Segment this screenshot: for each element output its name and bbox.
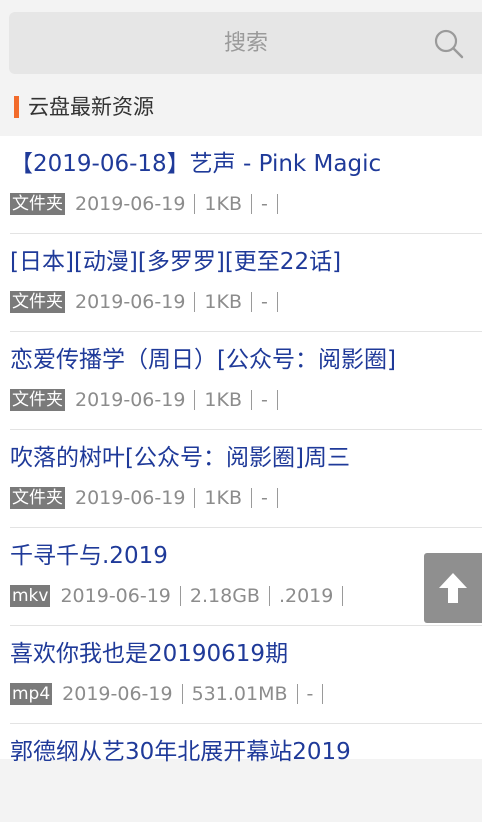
meta-separator [268, 586, 270, 606]
item-title-link[interactable]: 千寻千与.2019 [10, 540, 168, 572]
item-title-link[interactable]: 郭德纲从艺30年北展开幕站2019 [10, 736, 351, 768]
item-title-link[interactable]: 吹落的树叶[公众号：阅影圈]周三 [10, 442, 350, 474]
file-type-badge: 文件夹 [10, 389, 65, 411]
resource-list: 【2019-06-18】艺声 - Pink Magic 文件夹 2019-06-… [0, 136, 482, 765]
meta-separator [251, 488, 253, 508]
meta-separator [276, 194, 278, 214]
meta-separator [194, 292, 196, 312]
meta-separator [251, 292, 253, 312]
item-size: 1KB [204, 193, 243, 215]
search-input[interactable] [9, 12, 429, 74]
meta-separator [296, 684, 298, 704]
item-date: 2019-06-19 [60, 585, 171, 607]
item-title-link[interactable]: 喜欢你我也是20190619期 [10, 638, 288, 670]
file-type-badge: 文件夹 [10, 193, 65, 215]
item-extension: - [261, 291, 268, 313]
meta-separator [181, 684, 183, 704]
meta-separator [251, 194, 253, 214]
search-icon[interactable] [433, 28, 465, 60]
item-date: 2019-06-19 [75, 193, 186, 215]
item-meta: 文件夹 2019-06-19 1KB - [10, 486, 287, 510]
search-bar[interactable] [9, 12, 482, 74]
item-extension: - [261, 193, 268, 215]
meta-separator [276, 292, 278, 312]
back-to-top-button[interactable] [424, 553, 482, 623]
meta-separator [342, 586, 344, 606]
item-extension: - [306, 683, 314, 705]
item-title-link[interactable]: [日本][动漫][多罗罗][更至22话] [10, 246, 341, 278]
section-accent-bar [14, 96, 19, 118]
meta-separator [276, 390, 278, 410]
meta-separator [251, 390, 253, 410]
meta-separator [322, 684, 324, 704]
section-header: 云盘最新资源 [0, 84, 482, 136]
item-meta: 文件夹 2019-06-19 1KB - [10, 192, 287, 216]
item-size: 531.01MB [191, 683, 288, 705]
list-item[interactable]: [日本][动漫][多罗罗][更至22话] 文件夹 2019-06-19 1KB … [0, 234, 482, 332]
list-item[interactable]: 吹落的树叶[公众号：阅影圈]周三 文件夹 2019-06-19 1KB - [0, 430, 482, 528]
item-meta: mkv 2019-06-19 2.18GB .2019 [10, 584, 352, 608]
item-meta: 文件夹 2019-06-19 1KB - [10, 290, 287, 314]
item-size: 1KB [204, 291, 243, 313]
list-item[interactable]: 郭德纲从艺30年北展开幕站2019 [0, 724, 482, 822]
item-meta: 文件夹 2019-06-19 1KB - [10, 388, 287, 412]
list-item[interactable]: 喜欢你我也是20190619期 mp4 2019-06-19 531.01MB … [0, 626, 482, 724]
item-date: 2019-06-19 [75, 389, 186, 411]
item-extension: - [261, 389, 268, 411]
list-item[interactable]: 千寻千与.2019 mkv 2019-06-19 2.18GB .2019 [0, 528, 482, 626]
file-type-badge: 文件夹 [10, 291, 65, 313]
item-date: 2019-06-19 [75, 487, 186, 509]
file-type-badge: 文件夹 [10, 487, 65, 509]
item-size: 1KB [204, 389, 243, 411]
meta-separator [194, 390, 196, 410]
search-area [0, 0, 482, 84]
arrow-up-icon [439, 573, 467, 603]
item-extension: .2019 [278, 585, 334, 607]
item-title-link[interactable]: 恋爱传播学（周日）[公众号：阅影圈] [10, 344, 396, 376]
file-type-badge: mkv [10, 585, 51, 607]
item-meta: mp4 2019-06-19 531.01MB - [10, 682, 332, 706]
list-item[interactable]: 【2019-06-18】艺声 - Pink Magic 文件夹 2019-06-… [0, 136, 482, 234]
item-extension: - [261, 487, 268, 509]
item-date: 2019-06-19 [75, 291, 186, 313]
item-size: 1KB [204, 487, 243, 509]
meta-separator [276, 488, 278, 508]
file-type-badge: mp4 [10, 683, 53, 705]
list-item[interactable]: 恋爱传播学（周日）[公众号：阅影圈] 文件夹 2019-06-19 1KB - [0, 332, 482, 430]
item-date: 2019-06-19 [62, 683, 173, 705]
item-title-link[interactable]: 【2019-06-18】艺声 - Pink Magic [10, 148, 381, 180]
item-size: 2.18GB [189, 585, 260, 607]
meta-separator [179, 586, 181, 606]
meta-separator [194, 488, 196, 508]
section-title: 云盘最新资源 [28, 95, 154, 119]
meta-separator [194, 194, 196, 214]
